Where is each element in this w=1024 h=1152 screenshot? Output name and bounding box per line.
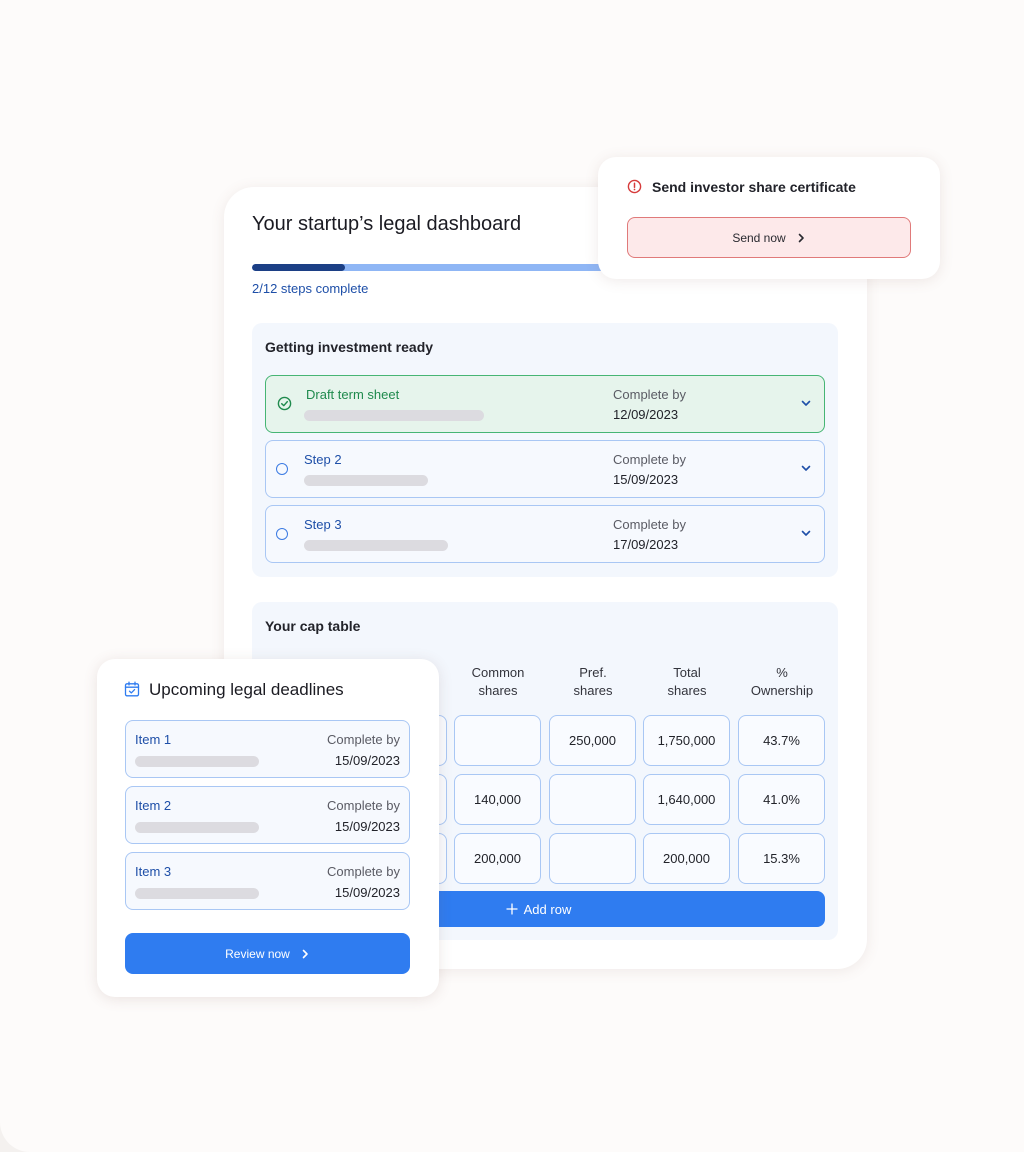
- pending-circle-icon: [276, 463, 288, 475]
- review-now-label: Review now: [225, 946, 290, 961]
- deadline-item-2[interactable]: Item 2 Complete by 15/09/2023: [125, 786, 410, 844]
- deadline-item-1[interactable]: Item 1 Complete by 15/09/2023: [125, 720, 410, 778]
- complete-by-label: Complete by: [327, 798, 400, 813]
- plus-icon: [505, 903, 518, 915]
- placeholder-bar: [135, 888, 259, 899]
- chevron-right-icon: [302, 949, 308, 958]
- cap-cell-ownership[interactable]: 41.0%: [738, 774, 825, 825]
- placeholder-bar: [304, 540, 448, 551]
- legal-deadlines-card: Upcoming legal deadlines Item 1 Complete…: [97, 659, 439, 997]
- investment-ready-section: Getting investment ready Draft term shee…: [252, 323, 838, 577]
- item-name: Item 1: [135, 732, 172, 747]
- cap-cell-ownership[interactable]: 43.7%: [738, 715, 825, 766]
- pending-circle-icon: [276, 528, 288, 540]
- step-name: Step 3: [304, 517, 342, 532]
- cap-cell-total-shares[interactable]: 1,640,000: [643, 774, 730, 825]
- step-3[interactable]: Step 3 Complete by 17/09/2023: [265, 505, 825, 563]
- cap-cell-pref-shares[interactable]: 250,000: [549, 715, 636, 766]
- complete-by-label: Complete by: [613, 387, 686, 402]
- chevron-down-icon[interactable]: [800, 397, 812, 409]
- column-header-common-shares: Common shares: [471, 665, 525, 698]
- chevron-right-icon: [798, 233, 804, 242]
- deadlines-title: Upcoming legal deadlines: [149, 680, 344, 699]
- complete-by-label: Complete by: [327, 732, 400, 747]
- add-row-label: Add row: [523, 901, 572, 917]
- dashboard-title: Your startup’s legal dashboard: [252, 213, 522, 235]
- complete-by-date: 15/09/2023: [334, 819, 400, 834]
- complete-by-label: Complete by: [613, 517, 686, 532]
- placeholder-bar: [304, 475, 428, 486]
- placeholder-bar: [135, 822, 259, 833]
- column-header-total-shares: Total shares: [667, 665, 707, 698]
- section-title: Your cap table: [265, 618, 361, 634]
- complete-by-date: 12/09/2023: [613, 407, 679, 422]
- alert-circle-icon: [627, 179, 642, 194]
- step-name: Draft term sheet: [306, 387, 400, 402]
- chevron-down-icon[interactable]: [800, 462, 812, 474]
- complete-by-label: Complete by: [613, 452, 686, 467]
- complete-by-date: 17/09/2023: [613, 537, 679, 552]
- placeholder-bar: [135, 756, 259, 767]
- review-now-button[interactable]: Review now: [125, 933, 410, 974]
- cap-cell-ownership[interactable]: 15.3%: [738, 833, 825, 884]
- step-name: Step 2: [304, 452, 342, 467]
- complete-by-date: 15/09/2023: [334, 753, 400, 768]
- cap-cell-common-shares[interactable]: 200,000: [454, 833, 541, 884]
- calendar-check-icon: [124, 681, 140, 697]
- placeholder-bar: [304, 410, 484, 421]
- chevron-down-icon[interactable]: [800, 527, 812, 539]
- step-draft-term-sheet[interactable]: Draft term sheet Complete by 12/09/2023: [265, 375, 825, 433]
- item-name: Item 3: [135, 864, 172, 879]
- send-now-label: Send now: [732, 230, 786, 245]
- cap-cell-common-shares[interactable]: [454, 715, 541, 766]
- complete-by-date: 15/09/2023: [613, 472, 679, 487]
- send-now-button[interactable]: Send now: [627, 217, 911, 258]
- progress-bar-fill: [252, 264, 346, 271]
- deadline-item-3[interactable]: Item 3 Complete by 15/09/2023: [125, 852, 410, 910]
- share-certificate-card: Send investor share certificate Send now: [598, 157, 940, 279]
- progress-text: 2/12 steps complete: [252, 281, 369, 296]
- complete-by-date: 15/09/2023: [334, 885, 400, 900]
- cap-cell-pref-shares[interactable]: [549, 774, 636, 825]
- section-title: Getting investment ready: [265, 339, 434, 355]
- cap-cell-total-shares[interactable]: 1,750,000: [643, 715, 730, 766]
- check-circle-icon: [277, 396, 292, 411]
- certificate-title: Send investor share certificate: [652, 179, 856, 195]
- cap-cell-pref-shares[interactable]: [549, 833, 636, 884]
- complete-by-label: Complete by: [327, 864, 400, 879]
- item-name: Item 2: [135, 798, 172, 813]
- cap-cell-common-shares[interactable]: 140,000: [454, 774, 541, 825]
- column-header-ownership: % Ownership: [750, 665, 814, 698]
- column-header-pref-shares: Pref. shares: [573, 665, 613, 698]
- cap-cell-total-shares[interactable]: 200,000: [643, 833, 730, 884]
- step-2[interactable]: Step 2 Complete by 15/09/2023: [265, 440, 825, 498]
